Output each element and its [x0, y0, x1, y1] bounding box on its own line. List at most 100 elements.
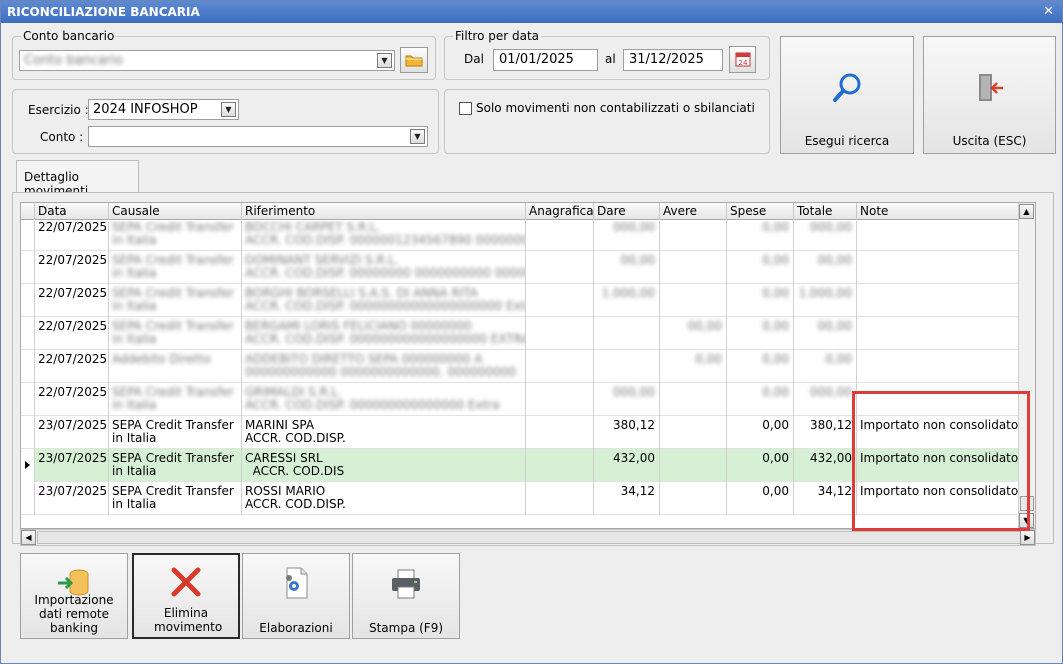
cell-data: 22/07/2025 — [35, 284, 109, 317]
cell-totale: 000,00 — [794, 221, 857, 251]
cell-avere — [660, 251, 727, 284]
conto-bancario-label: Conto bancario — [21, 29, 117, 43]
cell-dare: 1.000,00 — [594, 284, 660, 317]
cell-causale: SEPA Credit Transfer in Italia — [109, 482, 242, 515]
print-button[interactable]: Stampa (F9) — [352, 553, 460, 639]
table-row[interactable]: 22/07/2025 SEPA Credit Transfer in Italia… — [21, 221, 1020, 251]
cell-totale: 34,12 — [794, 482, 857, 515]
table-row[interactable]: 22/07/2025 SEPA Credit Transfer in Italia… — [21, 251, 1020, 284]
table-row[interactable]: 22/07/2025 SEPA Credit Transfer in Italia… — [21, 284, 1020, 317]
esercizio-select[interactable]: 2024 INFOSHOP ▼ — [88, 99, 239, 120]
horizontal-scrollbar[interactable]: ◀ ▶ — [20, 529, 1036, 546]
cell-totale-value: 000,00 — [810, 221, 852, 234]
cell-data: 23/07/2025 — [35, 482, 109, 515]
delete-x-icon — [171, 567, 201, 597]
cell-riferimento: GRIMALDI S.R.L. ACCR. COD.DISP. 000000000… — [242, 383, 526, 416]
cell-causale-2: in Italia — [112, 266, 157, 280]
title-bar: RICONCILIAZIONE BANCARIA ✕ — [1, 1, 1062, 23]
cell-totale-value: 1.000,00 — [798, 286, 852, 300]
cell-note — [857, 251, 1020, 284]
tab-dettaglio-movimenti[interactable]: Dettaglio movimenti — [16, 160, 139, 198]
cell-rif-2: ACCR. COD.DIS — [245, 464, 345, 478]
col-dare[interactable]: Dare — [594, 203, 660, 220]
cell-dare-value: 00,00 — [620, 253, 655, 267]
elaborazioni-button[interactable]: Elaborazioni — [242, 553, 350, 639]
col-data[interactable]: Data — [35, 203, 109, 220]
row-indicator — [21, 416, 35, 449]
cell-riferimento: DOMINANT SERVIZI S.R.L. ACCR. COD.DISP. 0… — [242, 251, 526, 284]
cell-dare: 34,12 — [594, 482, 660, 515]
cell-rif-2: ACCR. COD.DISP. — [245, 497, 346, 511]
conto-select[interactable]: ▼ — [88, 126, 428, 147]
chevron-down-icon[interactable]: ▼ — [410, 129, 425, 144]
cell-dare: 000,00 — [594, 221, 660, 251]
delete-movement-button[interactable]: Elimina movimento — [132, 553, 240, 639]
chevron-down-icon[interactable]: ▼ — [221, 102, 236, 117]
close-icon[interactable]: ✕ — [1043, 1, 1054, 23]
col-riferimento[interactable]: Riferimento — [242, 203, 526, 220]
cell-rif-2: ACCR. COD.DISP. 0000001234567890 0000000… — [245, 233, 526, 247]
cell-spese-value: 0,00 — [762, 286, 789, 300]
al-date-input[interactable]: 31/12/2025 — [623, 49, 723, 71]
chevron-down-icon[interactable]: ▼ — [377, 53, 392, 68]
highlight-annotation-box — [852, 391, 1030, 531]
calendar-icon: 24 — [735, 52, 750, 67]
scroll-up-icon[interactable]: ▲ — [1019, 204, 1034, 219]
solo-movimenti-checkbox[interactable] — [459, 102, 472, 115]
conto-bancario-select[interactable]: Conto bancario ▼ — [19, 50, 395, 71]
cell-causale-2: in Italia — [112, 497, 157, 511]
conto-label: Conto : — [40, 130, 84, 144]
col-causale[interactable]: Causale — [109, 203, 242, 220]
cell-avere-value: 0,00 — [695, 352, 722, 366]
cell-spese-value: 0,00 — [762, 352, 789, 366]
cell-avere — [660, 284, 727, 317]
table-row[interactable]: 22/07/2025 SEPA Credit Transfer in Italia… — [21, 317, 1020, 350]
cell-note — [857, 284, 1020, 317]
exit-button[interactable]: Uscita (ESC) — [923, 36, 1056, 154]
grid-header: Data Causale Riferimento Anagrafica Dare… — [21, 203, 1035, 220]
table-row[interactable]: 22/07/2025 Addebito Diretto ADDEBITO DIR… — [21, 350, 1020, 383]
esercizio-value: 2024 INFOSHOP — [93, 102, 198, 117]
cell-riferimento: MARINI SPA ACCR. COD.DISP. — [242, 416, 526, 449]
cell-totale-value: 00,00 — [817, 319, 852, 333]
cell-avere — [660, 449, 727, 482]
cell-avere — [660, 482, 727, 515]
cell-data: 23/07/2025 — [35, 449, 109, 482]
scroll-right-icon[interactable]: ▶ — [1020, 530, 1035, 545]
scroll-left-icon[interactable]: ◀ — [21, 530, 36, 545]
cell-note — [857, 317, 1020, 350]
cell-causale: SEPA Credit Transfer in Italia — [109, 416, 242, 449]
open-folder-button[interactable] — [400, 47, 428, 73]
search-icon — [833, 73, 861, 102]
cell-spese: 0,00 — [727, 251, 794, 284]
cell-rif-2: 000000000000 0000000000000. 000000000 — [245, 365, 517, 379]
calendar-button[interactable]: 24 — [729, 46, 756, 73]
row-indicator-header — [21, 203, 35, 220]
search-button-label: Esegui ricerca — [804, 134, 890, 148]
import-remote-banking-button[interactable]: Importazione dati remote banking — [20, 553, 128, 639]
cell-rif-2: ACCR. COD.DISP. 00000000 0000000000 0000… — [245, 266, 526, 280]
dal-date-input[interactable]: 01/01/2025 — [493, 49, 598, 71]
cell-data: 22/07/2025 — [35, 317, 109, 350]
row-indicator — [21, 383, 35, 416]
col-avere[interactable]: Avere — [660, 203, 727, 220]
col-totale[interactable]: Totale — [794, 203, 857, 220]
delete-button-label: Elimina movimento — [154, 606, 223, 634]
cell-data: 22/07/2025 — [35, 221, 109, 251]
cell-avere-value: 00,00 — [687, 319, 722, 333]
col-note[interactable]: Note — [857, 203, 1019, 220]
cell-spese-value: 0,00 — [762, 385, 789, 399]
cell-note — [857, 350, 1020, 383]
row-indicator — [21, 251, 35, 284]
cell-spese-value: 0,00 — [762, 319, 789, 333]
cell-causale-2: in Italia — [112, 431, 157, 445]
cell-avere — [660, 416, 727, 449]
cell-riferimento: BORGHI BORSELLI S.A.S. DI ANNA RITA ACCR.… — [242, 284, 526, 317]
col-anagrafica[interactable]: Anagrafica — [526, 203, 594, 220]
row-indicator — [21, 284, 35, 317]
cell-totale-value: 000,00 — [810, 385, 852, 399]
col-spese[interactable]: Spese — [727, 203, 794, 220]
search-button[interactable]: Esegui ricerca — [780, 36, 914, 154]
cell-avere: 00,00 — [660, 317, 727, 350]
horizontal-scroll-thumb[interactable] — [37, 531, 1021, 544]
